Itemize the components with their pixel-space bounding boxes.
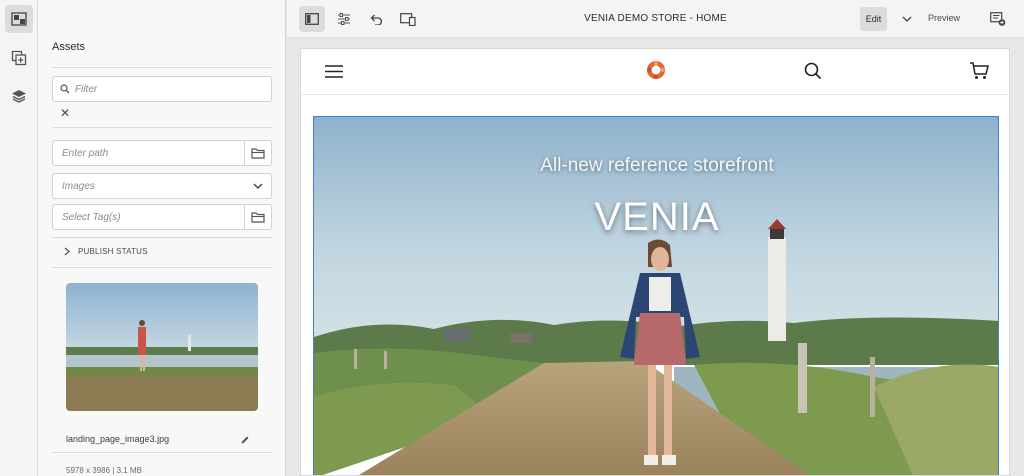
filter-input[interactable]: Filter xyxy=(52,76,272,102)
asset-thumbnail[interactable] xyxy=(66,283,258,411)
panel-title: Assets xyxy=(52,41,86,53)
mode-dropdown-button[interactable] xyxy=(894,6,920,32)
publish-status-toggle[interactable]: PUBLISH STATUS xyxy=(64,247,148,256)
hamburger-menu-icon xyxy=(325,65,343,78)
path-field[interactable]: Enter path xyxy=(52,140,272,166)
hero-subtitle: All-new reference storefront xyxy=(540,155,774,176)
layers-icon xyxy=(12,90,26,103)
assets-panel: Assets Filter ✕ Enter path Images Select… xyxy=(38,0,286,476)
editor-toolbar: VENIA DEMO STORE - HOME Edit Preview xyxy=(287,0,1024,38)
asset-finder-icon xyxy=(11,12,27,26)
search-icon xyxy=(804,62,822,80)
pencil-icon xyxy=(241,436,249,444)
divider xyxy=(52,67,272,68)
asset-meta: 5978 x 3986 | 3.1 MB xyxy=(66,466,142,475)
folder-icon xyxy=(251,211,265,223)
components-icon xyxy=(11,50,27,66)
search-icon xyxy=(53,84,73,94)
search-button[interactable] xyxy=(804,62,822,85)
chevron-down-icon xyxy=(245,174,271,198)
asset-type-select[interactable]: Images xyxy=(52,173,272,199)
venia-logo-icon xyxy=(647,61,665,79)
layers-button[interactable] xyxy=(5,82,33,110)
hero-title: VENIA xyxy=(594,195,720,239)
path-browse-button[interactable] xyxy=(245,141,271,165)
components-button[interactable] xyxy=(5,44,33,72)
chevron-right-icon xyxy=(64,247,70,256)
chevron-down-icon xyxy=(902,16,912,22)
divider xyxy=(52,237,272,238)
preview-button[interactable]: Preview xyxy=(928,13,960,23)
venia-logo[interactable] xyxy=(646,60,666,85)
cart-button[interactable] xyxy=(969,62,989,85)
hero-banner[interactable]: All-new reference storefront VENIA xyxy=(313,116,999,475)
tags-placeholder: Select Tag(s) xyxy=(53,205,245,229)
filter-placeholder: Filter xyxy=(75,83,98,95)
divider xyxy=(52,127,272,128)
annotate-icon xyxy=(990,12,1006,26)
site-header xyxy=(301,49,1009,95)
asset-type-value: Images xyxy=(62,180,95,192)
annotations-button[interactable] xyxy=(985,6,1011,32)
divider xyxy=(52,452,272,453)
folder-icon xyxy=(251,147,265,159)
left-rail xyxy=(0,0,38,476)
publish-status-label: PUBLISH STATUS xyxy=(78,247,148,256)
edit-asset-button[interactable] xyxy=(240,432,250,450)
path-placeholder: Enter path xyxy=(53,141,245,165)
mode-edit-button[interactable]: Edit xyxy=(860,7,887,31)
tags-browse-button[interactable] xyxy=(245,205,271,229)
asset-finder-button[interactable] xyxy=(5,5,33,33)
clear-filter-button[interactable]: ✕ xyxy=(60,106,70,120)
tags-field[interactable]: Select Tag(s) xyxy=(52,204,272,230)
divider xyxy=(52,267,272,268)
cart-icon xyxy=(970,62,989,79)
menu-button[interactable] xyxy=(325,65,343,83)
page-canvas: All-new reference storefront VENIA xyxy=(300,48,1010,476)
asset-name: landing_page_image3.jpg xyxy=(66,434,170,444)
